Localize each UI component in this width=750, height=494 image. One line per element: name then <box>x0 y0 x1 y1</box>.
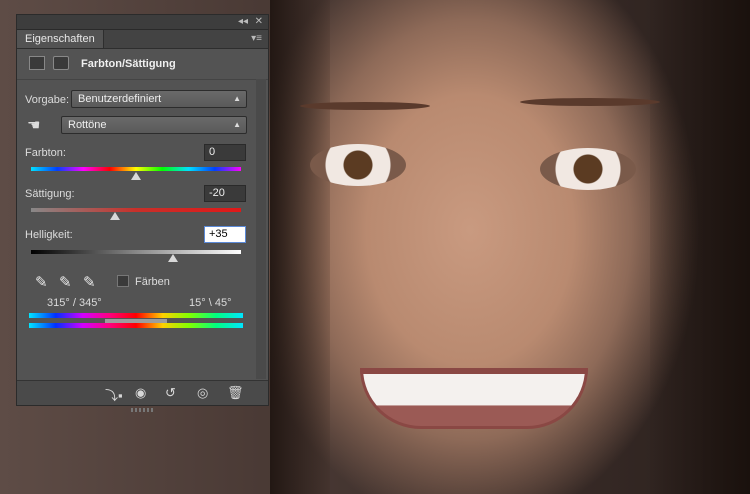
lightness-slider-thumb[interactable] <box>167 254 178 262</box>
hair-right <box>650 0 750 494</box>
hue-input[interactable]: 0 <box>204 144 246 161</box>
select-arrows-icon: ▲ <box>233 120 241 129</box>
output-spectrum-bar <box>29 323 243 328</box>
range-right-separator: \ <box>208 297 212 309</box>
eyedropper-icon[interactable]: ✎ <box>35 273 48 291</box>
range-left-start: 315° <box>47 297 70 309</box>
delete-icon[interactable]: 🗑 <box>227 385 244 401</box>
range-left-separator: / <box>72 297 76 309</box>
colorize-label: Färben <box>135 276 170 288</box>
range-left-readout: 315° / 345° <box>47 297 102 309</box>
right-eyebrow <box>520 98 660 106</box>
eyedropper-plus-icon[interactable]: ✎ <box>59 273 72 291</box>
scrollbar[interactable] <box>256 79 266 379</box>
preset-value: Benutzerdefiniert <box>78 93 162 105</box>
close-icon[interactable]: ✕ <box>255 16 263 28</box>
hue-slider-track[interactable] <box>31 167 241 171</box>
clip-to-layer-icon[interactable]: ⤵▪ <box>105 385 123 404</box>
range-right-readout: 15° \ 45° <box>189 297 231 309</box>
saturation-slider-track[interactable] <box>31 208 241 212</box>
panel-menu-icon[interactable]: ▾≡ <box>251 33 262 44</box>
view-previous-icon[interactable]: ◉ <box>135 385 146 401</box>
reset-icon[interactable]: ↺ <box>165 385 176 401</box>
range-value: Rottöne <box>68 119 107 131</box>
resize-grip[interactable] <box>131 408 155 412</box>
panel-titlebar: ◂◂ ✕ <box>17 15 268 30</box>
hue-slider-thumb[interactable] <box>131 172 141 180</box>
saturation-input[interactable]: -20 <box>204 185 246 202</box>
range-right-start: 15° <box>189 297 206 309</box>
lightness-input[interactable]: +35 <box>204 226 246 243</box>
colorize-checkbox[interactable] <box>117 275 129 287</box>
preset-select[interactable]: Benutzerdefiniert ▲ <box>71 90 247 108</box>
collapse-icon[interactable]: ◂◂ <box>238 16 248 28</box>
tab-properties[interactable]: Eigenschaften <box>17 30 104 48</box>
properties-panel: ◂◂ ✕ Eigenschaften ▾≡ Farbton/Sättigung … <box>16 14 269 412</box>
saturation-slider-thumb[interactable] <box>110 212 120 220</box>
hue-label: Farbton: <box>25 147 66 159</box>
left-eye <box>310 144 406 186</box>
smile <box>360 368 588 429</box>
target-adjust-hand-icon[interactable]: ☚ <box>27 116 40 134</box>
select-arrows-icon: ▲ <box>233 94 241 103</box>
mask-icon[interactable] <box>53 56 69 70</box>
right-eye <box>540 148 636 190</box>
saturation-label: Sättigung: <box>25 188 75 200</box>
visibility-icon[interactable]: ◎ <box>197 385 208 401</box>
panel-footer: ⤵▪ ◉ ↺ ◎ 🗑 <box>17 380 268 412</box>
tab-row: Eigenschaften ▾≡ <box>17 30 268 49</box>
adjustment-layer-icon[interactable] <box>29 56 45 70</box>
input-spectrum-bar <box>29 313 243 318</box>
lightness-label: Helligkeit: <box>25 229 73 241</box>
adjustment-title: Farbton/Sättigung <box>81 58 176 70</box>
range-left-end: 345° <box>78 297 102 309</box>
adjustment-header: Farbton/Sättigung <box>17 49 268 80</box>
range-select[interactable]: Rottöne ▲ <box>61 116 247 134</box>
eyedropper-minus-icon[interactable]: ✎ <box>83 273 96 291</box>
left-eyebrow <box>300 102 430 110</box>
preset-label: Vorgabe: <box>25 94 70 106</box>
hair-left <box>270 0 330 494</box>
range-right-end: 45° <box>214 297 232 309</box>
lightness-slider-track[interactable] <box>31 250 241 254</box>
